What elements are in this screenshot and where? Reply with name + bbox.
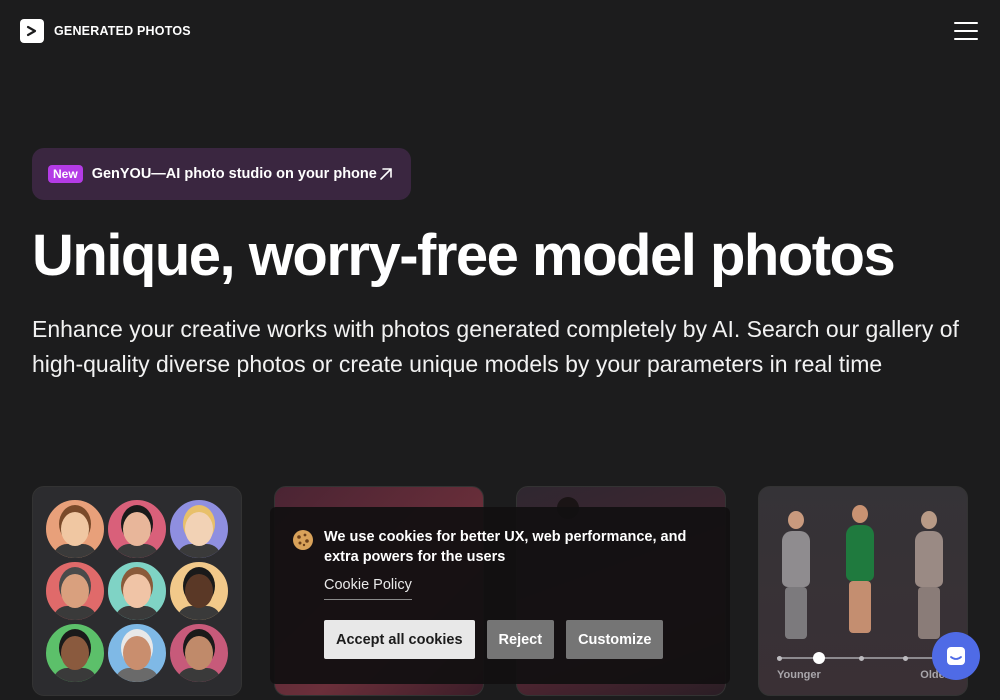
age-slider-handle[interactable] <box>813 652 825 664</box>
menu-icon[interactable] <box>954 22 978 40</box>
model-figure-middle <box>845 505 875 633</box>
slider-label-younger: Younger <box>777 669 821 681</box>
reject-cookies-button[interactable]: Reject <box>486 620 555 659</box>
face-avatar <box>106 622 168 684</box>
promo-banner-link[interactable]: New GenYOU—AI photo studio on your phone <box>32 148 411 200</box>
customize-cookies-button[interactable]: Customize <box>566 620 664 659</box>
brand-home-link[interactable]: GENERATED PHOTOS <box>20 19 191 43</box>
face-avatar <box>44 622 106 684</box>
new-badge: New <box>48 165 83 183</box>
brand-name: GENERATED PHOTOS <box>54 24 191 38</box>
faces-grid <box>44 498 230 684</box>
cookie-message: We use cookies for better UX, web perfor… <box>324 529 687 565</box>
face-avatar <box>168 498 230 560</box>
chat-button[interactable] <box>932 632 980 680</box>
arrow-up-right-icon <box>380 168 392 180</box>
face-avatar <box>44 560 106 622</box>
accept-cookies-button[interactable]: Accept all cookies <box>324 620 475 659</box>
model-figure-older <box>914 511 944 639</box>
promo-text: GenYOU—AI photo studio on your phone <box>91 166 377 182</box>
face-avatar <box>168 560 230 622</box>
cookie-buttons: Accept all cookies Reject Customize <box>324 620 708 659</box>
brand-logo-icon <box>20 19 44 43</box>
page-subtitle: Enhance your creative works with photos … <box>32 316 959 377</box>
age-slider[interactable] <box>777 652 949 664</box>
faces-gallery-card[interactable] <box>32 486 242 696</box>
cookie-banner: We use cookies for better UX, web perfor… <box>270 507 730 684</box>
face-avatar <box>106 498 168 560</box>
face-avatar <box>106 560 168 622</box>
cookie-policy-link[interactable]: Cookie Policy <box>324 577 412 600</box>
face-avatar <box>44 498 106 560</box>
cookie-icon <box>293 530 313 550</box>
face-avatar <box>168 622 230 684</box>
site-header: GENERATED PHOTOS <box>0 0 1000 62</box>
page-title: Unique, worry-free model photos <box>32 223 896 288</box>
chat-icon <box>947 647 965 665</box>
model-figure-younger <box>781 511 811 639</box>
